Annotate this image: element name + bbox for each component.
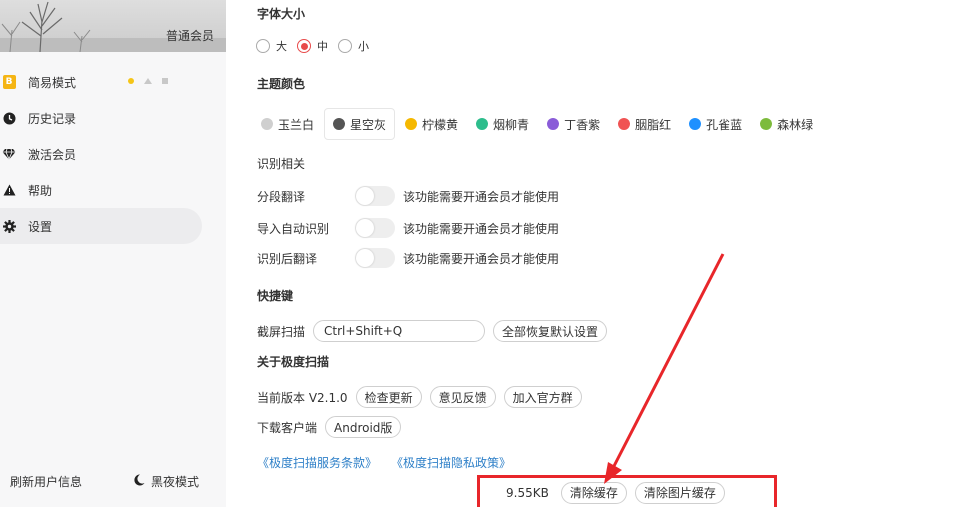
shortcut-input[interactable]: Ctrl+Shift+Q	[313, 320, 486, 342]
theme-option-yellow[interactable]: 柠檬黄	[397, 108, 466, 140]
color-dot-icon	[689, 118, 702, 130]
theme-option-red[interactable]: 胭脂红	[610, 108, 679, 140]
color-dot-icon	[261, 118, 273, 130]
mode-indicator	[128, 78, 168, 84]
theme-option-label: 胭脂红	[635, 117, 672, 132]
theme-option-teal[interactable]: 烟柳青	[468, 108, 537, 140]
member-required-note: 该功能需要开通会员才能使用	[403, 221, 560, 236]
night-mode-toggle[interactable]: 黑夜模式	[134, 473, 199, 490]
theme-option-label: 孔雀蓝	[706, 117, 743, 132]
member-required-note: 该功能需要开通会员才能使用	[403, 189, 560, 204]
version-row: 当前版本 V2.1.0 检查更新 意见反馈 加入官方群	[257, 386, 590, 408]
member-required-note: 该功能需要开通会员才能使用	[403, 251, 560, 266]
translate-after-recognize-row: 识别后翻译 该功能需要开通会员才能使用	[257, 248, 559, 268]
square-icon	[162, 78, 168, 84]
sidebar-footer: 刷新用户信息 黑夜模式	[0, 471, 226, 491]
font-size-large-label: 大	[276, 40, 287, 53]
segment-translate-row: 分段翻译 该功能需要开通会员才能使用	[257, 186, 559, 206]
sidebar-nav: B 简易模式 历史记录 激活会员 帮助 设置	[0, 64, 226, 244]
clear-image-cache-button[interactable]: 清除图片缓存	[634, 481, 725, 504]
settings-panel: 字体大小 大 中 小 主题颜色 玉兰白 星空灰 柠檬黄 烟柳青 丁香紫 胭脂红 …	[226, 0, 969, 507]
join-group-button[interactable]: 加入官方群	[503, 386, 582, 408]
android-download-button[interactable]: Android版	[325, 416, 402, 438]
sidebar-item-activate-member[interactable]: 激活会员	[0, 136, 226, 172]
sidebar-item-settings[interactable]: 设置	[0, 208, 202, 244]
badge-b-icon: B	[2, 75, 16, 89]
translate-after-recognize-toggle[interactable]	[355, 248, 395, 268]
sidebar-item-history[interactable]: 历史记录	[0, 100, 226, 136]
sidebar: 普通会员 B 简易模式 历史记录 激活会员 帮助 设置 刷新用户信息 黑夜模式	[0, 0, 226, 507]
color-dot-icon	[618, 118, 631, 130]
member-banner: 普通会员	[0, 0, 226, 52]
font-size-medium-radio[interactable]	[297, 39, 311, 53]
font-size-small-label: 小	[358, 40, 369, 53]
gear-icon	[2, 219, 16, 233]
circle-icon	[128, 78, 134, 84]
color-dot-icon	[547, 118, 560, 130]
refresh-user-info-link[interactable]: 刷新用户信息	[10, 473, 82, 490]
moon-icon	[134, 474, 145, 489]
theme-color-heading: 主题颜色	[257, 77, 306, 91]
theme-option-label: 丁香紫	[564, 117, 601, 132]
font-size-options: 大 中 小	[256, 38, 379, 54]
triangle-icon	[144, 78, 152, 84]
theme-option-gray[interactable]: 星空灰	[324, 108, 396, 140]
screenshot-scan-label: 截屏扫描	[257, 324, 306, 339]
color-dot-icon	[476, 118, 489, 130]
font-size-large-radio[interactable]	[256, 39, 270, 53]
toggle-label: 导入自动识别	[257, 221, 330, 236]
sidebar-item-help[interactable]: 帮助	[0, 172, 226, 208]
download-client-label: 下载客户端	[257, 420, 318, 435]
sidebar-item-label: 帮助	[28, 183, 53, 198]
theme-option-label: 森林绿	[777, 117, 814, 132]
color-dot-icon	[760, 118, 773, 130]
recognition-heading: 识别相关	[257, 157, 306, 171]
night-mode-label: 黑夜模式	[151, 475, 200, 489]
theme-option-label: 玉兰白	[278, 117, 315, 132]
segment-translate-toggle[interactable]	[355, 186, 395, 206]
shortcut-row: 截屏扫描 Ctrl+Shift+Q 全部恢复默认设置	[257, 320, 615, 342]
warning-triangle-icon	[2, 183, 16, 197]
color-dot-icon	[333, 118, 346, 130]
winter-tree-illustration	[0, 1, 226, 52]
cache-highlight-box: 9.55KB 清除缓存 清除图片缓存	[477, 475, 777, 507]
download-row: 下载客户端 Android版	[257, 416, 409, 438]
font-size-heading: 字体大小	[257, 7, 306, 21]
policy-links: 《极度扫描服务条款》 《极度扫描隐私政策》	[257, 454, 511, 471]
theme-option-purple[interactable]: 丁香紫	[539, 108, 608, 140]
theme-option-green[interactable]: 森林绿	[752, 108, 821, 140]
version-label: 当前版本 V2.1.0	[257, 390, 348, 405]
reset-defaults-button[interactable]: 全部恢复默认设置	[493, 320, 608, 342]
sidebar-item-label: 激活会员	[28, 147, 77, 162]
toggle-label: 分段翻译	[257, 189, 306, 204]
terms-of-service-link[interactable]: 《极度扫描服务条款》	[257, 454, 377, 471]
clock-icon	[2, 111, 16, 125]
sidebar-item-label: 历史记录	[28, 111, 77, 126]
cache-size-value: 9.55KB	[506, 485, 549, 500]
theme-option-blue[interactable]: 孔雀蓝	[681, 108, 750, 140]
feedback-button[interactable]: 意见反馈	[429, 386, 496, 408]
theme-color-options: 玉兰白 星空灰 柠檬黄 烟柳青 丁香紫 胭脂红 孔雀蓝 森林绿	[253, 108, 823, 140]
sidebar-item-simple-mode[interactable]: B 简易模式	[0, 64, 226, 100]
font-size-small-radio[interactable]	[338, 39, 352, 53]
sidebar-item-label: 简易模式	[28, 75, 77, 90]
auto-recognize-row: 导入自动识别 该功能需要开通会员才能使用	[257, 218, 559, 238]
member-level-label: 普通会员	[165, 29, 214, 43]
theme-option-white[interactable]: 玉兰白	[253, 108, 322, 140]
toggle-label: 识别后翻译	[257, 251, 318, 266]
sidebar-item-label: 设置	[28, 219, 53, 234]
shortcut-heading: 快捷键	[257, 289, 294, 303]
privacy-policy-link[interactable]: 《极度扫描隐私政策》	[391, 454, 511, 471]
diamond-icon	[2, 147, 16, 161]
clear-cache-button[interactable]: 清除缓存	[560, 481, 627, 504]
font-size-medium-label: 中	[317, 40, 328, 53]
theme-option-label: 星空灰	[350, 117, 387, 132]
color-dot-icon	[405, 118, 418, 130]
theme-option-label: 柠檬黄	[422, 117, 459, 132]
check-update-button[interactable]: 检查更新	[355, 386, 422, 408]
about-heading: 关于极度扫描	[257, 355, 330, 369]
auto-recognize-toggle[interactable]	[355, 218, 395, 238]
theme-option-label: 烟柳青	[493, 117, 530, 132]
